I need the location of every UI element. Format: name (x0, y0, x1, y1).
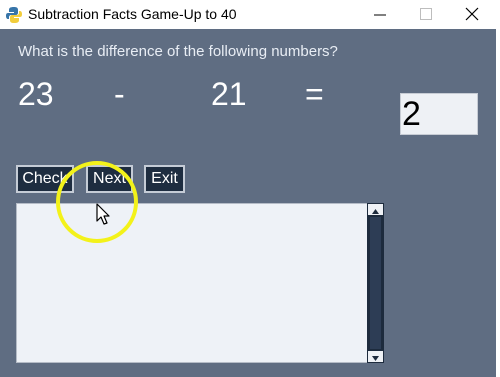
minimize-button[interactable] (358, 0, 404, 29)
second-number: 21 (211, 76, 247, 112)
close-icon (465, 7, 479, 21)
python-icon (5, 6, 23, 24)
exit-button[interactable]: Exit (144, 165, 185, 193)
answer-input[interactable]: 2 (400, 93, 478, 135)
main-content: What is the difference of the following … (0, 29, 496, 377)
arrow-up-icon (372, 209, 379, 214)
window-edge (496, 0, 500, 377)
mouse-cursor-icon (96, 203, 110, 225)
operator-label: - (114, 76, 125, 112)
window-title: Subtraction Facts Game-Up to 40 (28, 6, 237, 22)
app-window: Subtraction Facts Game-Up to 40 What is … (0, 0, 496, 377)
question-label: What is the difference of the following … (18, 43, 338, 60)
scroll-thumb[interactable] (370, 217, 381, 349)
equals-label: = (305, 76, 324, 112)
arrow-down-icon (372, 356, 379, 361)
scroll-up-button[interactable] (368, 204, 383, 215)
close-button[interactable] (450, 0, 496, 29)
scroll-down-button[interactable] (368, 351, 383, 362)
title-bar[interactable]: Subtraction Facts Game-Up to 40 (0, 0, 496, 29)
minimize-icon (374, 14, 386, 16)
click-highlight-circle (56, 161, 138, 243)
first-number: 23 (18, 76, 54, 112)
output-scrollbar[interactable] (367, 203, 384, 363)
maximize-button[interactable] (404, 0, 450, 29)
maximize-icon (420, 8, 432, 20)
